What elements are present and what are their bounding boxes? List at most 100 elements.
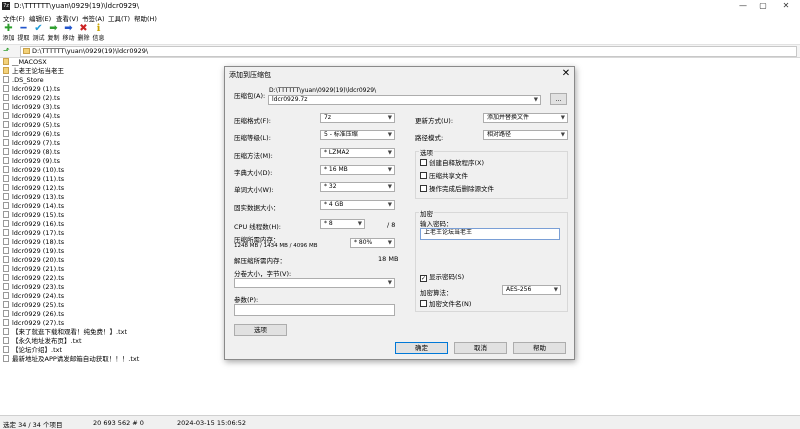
extract-icon: ━: [20, 23, 27, 34]
list-item[interactable]: ldcr0929 (17).ts: [3, 229, 64, 238]
browse-button[interactable]: ...: [550, 93, 567, 105]
menu-tools[interactable]: 工具(T): [108, 13, 130, 23]
list-item[interactable]: 上老王论坛当老王: [3, 67, 64, 76]
list-item[interactable]: ldcr0929 (19).ts: [3, 247, 64, 256]
list-item[interactable]: ldcr0929 (6).ts: [3, 130, 60, 139]
format-select[interactable]: 7z ▼: [320, 113, 395, 123]
checkbox-box: [420, 300, 427, 307]
file-icon: [3, 175, 9, 182]
list-item[interactable]: ldcr0929 (7).ts: [3, 139, 60, 148]
list-item[interactable]: __MACOSX: [3, 58, 47, 67]
ok-button[interactable]: 确定: [395, 342, 448, 354]
status-bar: 选定 34 / 34 个项目 20 693 562 # 0 2024-03-15…: [0, 415, 800, 429]
list-item[interactable]: ldcr0929 (15).ts: [3, 211, 64, 220]
close-button[interactable]: ✕: [776, 1, 796, 10]
minimize-button[interactable]: —: [733, 1, 753, 10]
move-label: 移动: [62, 35, 75, 42]
menu-bookmarks[interactable]: 书签(A): [82, 13, 105, 23]
list-item[interactable]: 【永久地址发布页】.txt: [3, 337, 82, 346]
show-password-checkbox[interactable]: ✓ 显示密码(S): [420, 273, 464, 282]
list-item[interactable]: ldcr0929 (23).ts: [3, 283, 64, 292]
list-item[interactable]: ldcr0929 (11).ts: [3, 175, 64, 184]
password-input[interactable]: 上老王论坛当老王: [420, 228, 560, 240]
file-name: ldcr0929 (26).ts: [12, 310, 65, 318]
list-item[interactable]: ldcr0929 (22).ts: [3, 274, 64, 283]
list-item[interactable]: ldcr0929 (21).ts: [3, 265, 64, 274]
file-name: ldcr0929 (21).ts: [12, 265, 65, 273]
params-input[interactable]: [234, 304, 395, 316]
enc-method-select[interactable]: AES-256 ▼: [502, 285, 561, 295]
dialog-close-icon[interactable]: ✕: [560, 68, 572, 79]
encrypt-names-checkbox[interactable]: 加密文件名(N): [420, 300, 471, 308]
list-item[interactable]: ldcr0929 (1).ts: [3, 85, 60, 94]
menu-file[interactable]: 文件(F): [3, 13, 25, 23]
extract-button[interactable]: ━ 提取: [16, 23, 31, 45]
level-select[interactable]: 5 - 标准压缩 ▼: [320, 130, 395, 140]
cancel-button[interactable]: 取消: [454, 342, 507, 354]
memory-select[interactable]: * 80% ▼: [350, 238, 395, 248]
file-name: ldcr0929 (25).ts: [12, 301, 65, 309]
method-select[interactable]: * LZMA2 ▼: [320, 148, 395, 158]
list-item[interactable]: ldcr0929 (18).ts: [3, 238, 64, 247]
file-icon: [3, 94, 9, 101]
split-select[interactable]: ▼: [234, 278, 395, 288]
maximize-button[interactable]: ▢: [753, 1, 773, 10]
list-item[interactable]: ldcr0929 (5).ts: [3, 121, 60, 130]
test-icon: ✔: [34, 23, 43, 34]
list-item[interactable]: 【来了就逛下载和观看！纯免费！】.txt: [3, 328, 127, 337]
shared-checkbox[interactable]: 压缩共享文件: [420, 172, 468, 180]
options-button[interactable]: 选项: [234, 324, 287, 336]
up-folder-icon[interactable]: ⬏: [3, 46, 10, 55]
list-item[interactable]: ldcr0929 (10).ts: [3, 166, 64, 175]
list-item[interactable]: .DS_Store: [3, 76, 44, 85]
dict-select[interactable]: * 16 MB ▼: [320, 165, 395, 175]
threads-total: / 8: [387, 221, 396, 229]
archive-name-input[interactable]: ldcr0929.7z ▼: [268, 95, 541, 105]
list-item[interactable]: ldcr0929 (3).ts: [3, 103, 60, 112]
list-item[interactable]: ldcr0929 (12).ts: [3, 184, 64, 193]
delete-icon: ✖: [79, 23, 88, 34]
list-item[interactable]: ldcr0929 (2).ts: [3, 94, 60, 103]
chevron-down-icon: ▼: [387, 167, 392, 173]
list-item[interactable]: ldcr0929 (4).ts: [3, 112, 60, 121]
list-item[interactable]: ldcr0929 (13).ts: [3, 193, 64, 202]
file-icon: [3, 139, 9, 146]
list-item[interactable]: ldcr0929 (26).ts: [3, 310, 64, 319]
chevron-down-icon: ▼: [387, 240, 392, 246]
add-button[interactable]: ✚ 添加: [1, 23, 16, 45]
list-item[interactable]: ldcr0929 (27).ts: [3, 319, 64, 328]
solid-label: 固实数据大小：: [234, 204, 280, 212]
chevron-down-icon: ▼: [387, 132, 392, 138]
menu-edit[interactable]: 编辑(E): [29, 13, 51, 23]
help-button[interactable]: 帮助: [513, 342, 566, 354]
threads-select[interactable]: * 8 ▼: [320, 219, 365, 229]
delete-button[interactable]: ✖ 删除: [76, 23, 91, 45]
menu-view[interactable]: 查看(V): [56, 13, 79, 23]
list-item[interactable]: 最新地址及APP请发邮箱自动获取！！！.txt: [3, 355, 139, 364]
test-button[interactable]: ✔ 测试: [31, 23, 46, 45]
copy-button[interactable]: ➡ 复制: [46, 23, 61, 45]
list-item[interactable]: ldcr0929 (8).ts: [3, 148, 60, 157]
archive-label: 压缩包(A):: [234, 92, 266, 100]
list-item[interactable]: ldcr0929 (20).ts: [3, 256, 64, 265]
list-item[interactable]: ldcr0929 (25).ts: [3, 301, 64, 310]
threads-label: CPU 线程数(H):: [234, 223, 281, 231]
menu-help[interactable]: 帮助(H): [134, 13, 157, 23]
move-button[interactable]: ➡ 移动: [61, 23, 76, 45]
list-item[interactable]: 【论坛介绍】.txt: [3, 346, 62, 355]
list-item[interactable]: ldcr0929 (14).ts: [3, 202, 64, 211]
address-input[interactable]: D:\TTTTTT\yuan\0929(19)\ldcr0929\: [20, 46, 797, 57]
list-item[interactable]: ldcr0929 (24).ts: [3, 292, 64, 301]
word-select[interactable]: * 32 ▼: [320, 182, 395, 192]
update-select[interactable]: 添加并替换文件 ▼: [483, 113, 568, 123]
solid-select[interactable]: * 4 GB ▼: [320, 200, 395, 210]
list-item[interactable]: ldcr0929 (9).ts: [3, 157, 60, 166]
sfx-checkbox[interactable]: 创建自释放程序(X): [420, 159, 484, 167]
list-item[interactable]: ldcr0929 (16).ts: [3, 220, 64, 229]
method-value: * LZMA2: [324, 149, 350, 156]
enc-method-value: AES-256: [506, 286, 532, 293]
pathmode-select[interactable]: 相对路径 ▼: [483, 130, 568, 140]
delete-after-checkbox[interactable]: 操作完成后删除源文件: [420, 185, 494, 193]
info-button[interactable]: ℹ 信息: [91, 23, 106, 45]
file-name: ldcr0929 (1).ts: [12, 85, 60, 93]
